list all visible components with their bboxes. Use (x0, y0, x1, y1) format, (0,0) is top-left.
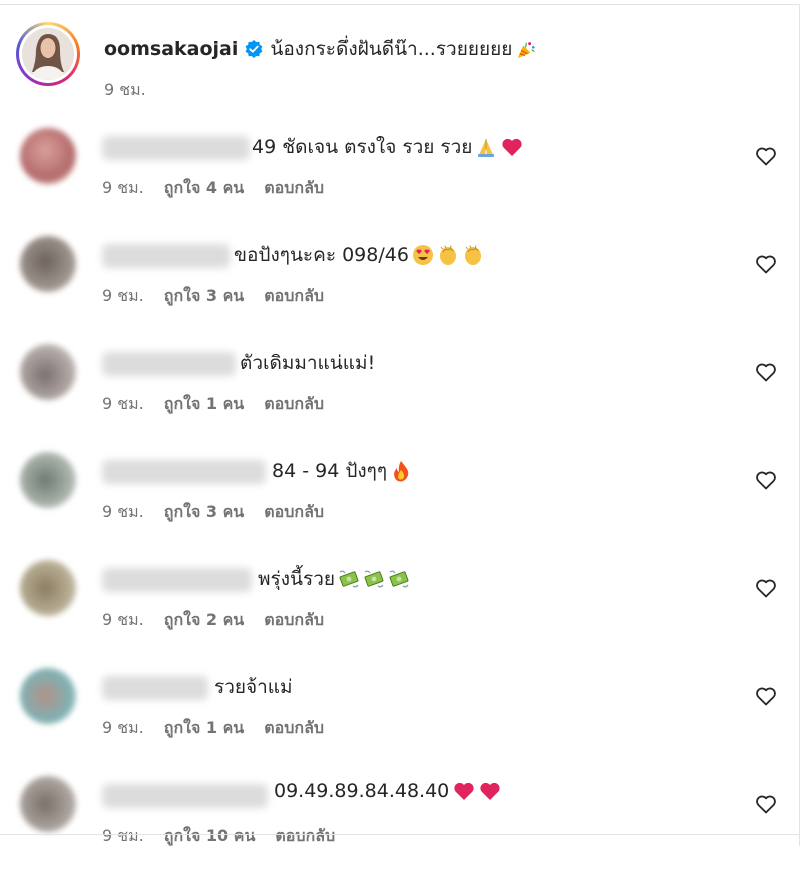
comment-text: 49 ชัดเจน ตรงใจ รวย รวย (252, 136, 473, 158)
username-blurred[interactable] (102, 676, 208, 700)
verified-badge-icon (244, 39, 264, 59)
reply-button[interactable]: ตอบกลับ (264, 176, 324, 201)
comment-item: 49 ชัดเจน ตรงใจ รวย รวย 9 ชม. ถูกใจ 4 คน… (0, 128, 800, 236)
comment-likes[interactable]: ถูกใจ 3 คน (164, 500, 244, 525)
comment-time: 9 ชม. (102, 178, 144, 197)
post-username[interactable]: oomsakaojai (104, 38, 238, 60)
money-with-wings-icon (363, 568, 385, 590)
comment-text: ตัวเดิมมาแน่แม่! (240, 352, 376, 374)
comment-time: 9 ชม. (102, 718, 144, 737)
avatar[interactable] (20, 452, 76, 508)
comment-text-row: ตัวเดิมมาแน่แม่! (240, 348, 375, 378)
folded-hands-icon (475, 136, 497, 158)
reply-button[interactable]: ตอบกลับ (264, 608, 324, 633)
comment-text-row: ขอปังๆนะคะ 098/46 (234, 240, 484, 270)
comment-meta: 9 ชม. ถูกใจ 10 คน ตอบกลับ (102, 824, 335, 849)
fire-icon (390, 460, 412, 482)
clap-icon (462, 244, 484, 266)
post-time: 9 ชม. (104, 80, 146, 99)
like-heart-icon[interactable] (754, 252, 778, 276)
reply-button[interactable]: ตอบกลับ (264, 500, 324, 525)
reply-button[interactable]: ตอบกลับ (275, 824, 335, 849)
avatar[interactable] (20, 560, 76, 616)
comment-text-row: รวยจ้าแม่ (214, 672, 293, 702)
reply-button[interactable]: ตอบกลับ (264, 392, 324, 417)
like-heart-icon[interactable] (754, 468, 778, 492)
comment-time: 9 ชม. (102, 286, 144, 305)
comment-meta: 9 ชม. ถูกใจ 3 คน ตอบกลับ (102, 500, 324, 525)
comment-text-row: พรุ่งนี้รวย (258, 564, 410, 594)
like-heart-icon[interactable] (754, 684, 778, 708)
comment-likes[interactable]: ถูกใจ 1 คน (164, 392, 244, 417)
username-blurred[interactable] (102, 568, 252, 592)
reply-button[interactable]: ตอบกลับ (264, 716, 324, 741)
red-heart-icon (453, 781, 475, 801)
comment-likes[interactable]: ถูกใจ 1 คน (164, 716, 244, 741)
comment-text-row: 49 ชัดเจน ตรงใจ รวย รวย (252, 132, 523, 162)
comment-likes[interactable]: ถูกใจ 4 คน (164, 176, 244, 201)
like-heart-icon[interactable] (754, 360, 778, 384)
like-heart-icon[interactable] (754, 576, 778, 600)
avatar[interactable] (22, 28, 74, 80)
post-caption: oomsakaojai น้องกระดึ่งฝันดีน๊า...รวยยยย… (16, 22, 776, 106)
party-popper-icon (516, 39, 536, 59)
avatar[interactable] (20, 776, 76, 832)
comment-item: ขอปังๆนะคะ 098/46 9 ชม. ถูกใจ 3 คน ตอบกล… (0, 236, 800, 344)
comment-item: 09.49.89.84.48.40 9 ชม. ถูกใจ 10 คน ตอบก… (0, 776, 800, 884)
comment-text: รวยจ้าแม่ (214, 676, 293, 698)
comment-item: 84 - 94 ปังๆๆ 9 ชม. ถูกใจ 3 คน ตอบกลับ (0, 452, 800, 560)
comment-item: ตัวเดิมมาแน่แม่! 9 ชม. ถูกใจ 1 คน ตอบกลั… (0, 344, 800, 452)
comment-text: ขอปังๆนะคะ 098/46 (234, 244, 409, 266)
username-blurred[interactable] (102, 136, 250, 160)
post-caption-text: น้องกระดึ่งฝันดีน๊า...รวยยยยย (270, 38, 513, 60)
top-border (0, 4, 800, 5)
clap-icon (437, 244, 459, 266)
comment-meta: 9 ชม. ถูกใจ 1 คน ตอบกลับ (102, 392, 324, 417)
username-blurred[interactable] (102, 352, 236, 376)
reply-button[interactable]: ตอบกลับ (264, 284, 324, 309)
username-blurred[interactable] (102, 460, 266, 484)
comment-item: รวยจ้าแม่ 9 ชม. ถูกใจ 1 คน ตอบกลับ (0, 668, 800, 776)
comment-text: 09.49.89.84.48.40 (274, 780, 450, 802)
red-heart-icon (479, 781, 501, 801)
money-with-wings-icon (338, 568, 360, 590)
avatar[interactable] (20, 128, 76, 184)
username-blurred[interactable] (102, 244, 230, 268)
comment-text: พรุ่งนี้รวย (258, 568, 336, 590)
comment-text-row: 09.49.89.84.48.40 (274, 780, 501, 802)
comment-meta: 9 ชม. ถูกใจ 3 คน ตอบกลับ (102, 284, 324, 309)
comment-meta: 9 ชม. ถูกใจ 1 คน ตอบกลับ (102, 716, 324, 741)
comment-time: 9 ชม. (102, 394, 144, 413)
story-ring[interactable] (16, 22, 80, 86)
comment-time: 9 ชม. (102, 826, 144, 845)
comment-item: พรุ่งนี้รวย 9 ชม. ถูกใจ 2 คน ตอบกลับ (0, 560, 800, 668)
avatar[interactable] (20, 236, 76, 292)
heart-eyes-icon (412, 244, 434, 266)
comment-meta: 9 ชม. ถูกใจ 4 คน ตอบกลับ (102, 176, 324, 201)
comment-text-row: 84 - 94 ปังๆๆ (272, 456, 412, 486)
comment-likes[interactable]: ถูกใจ 3 คน (164, 284, 244, 309)
bottom-border (0, 834, 800, 835)
like-heart-icon[interactable] (754, 792, 778, 816)
comment-likes[interactable]: ถูกใจ 10 คน (164, 824, 256, 849)
red-heart-icon (501, 137, 523, 157)
comment-text: 84 - 94 ปังๆๆ (272, 460, 388, 482)
username-blurred[interactable] (102, 784, 268, 808)
like-heart-icon[interactable] (754, 144, 778, 168)
money-with-wings-icon (388, 568, 410, 590)
comment-time: 9 ชม. (102, 610, 144, 629)
comment-likes[interactable]: ถูกใจ 2 คน (164, 608, 244, 633)
comment-meta: 9 ชม. ถูกใจ 2 คน ตอบกลับ (102, 608, 324, 633)
comment-time: 9 ชม. (102, 502, 144, 521)
avatar[interactable] (20, 344, 76, 400)
avatar[interactable] (20, 668, 76, 724)
